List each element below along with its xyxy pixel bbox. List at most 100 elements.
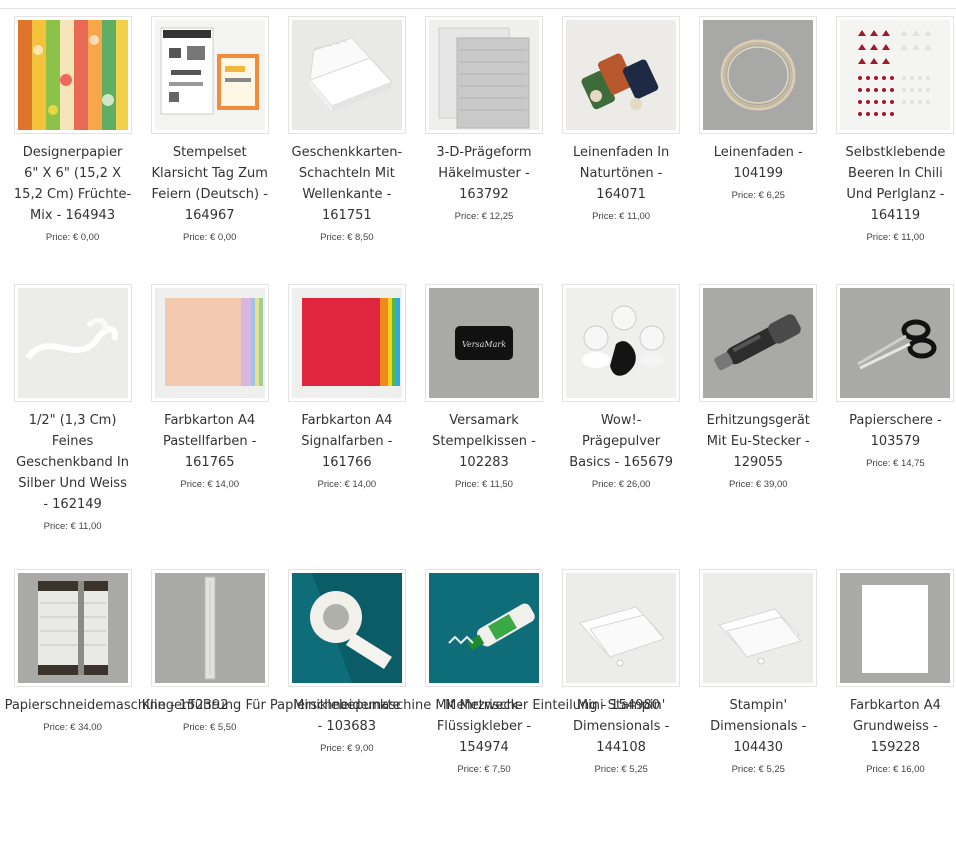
product-title[interactable]: Farbkarton A4 Pastellfarben - 161765 bbox=[142, 410, 278, 473]
product-card[interactable]: Leinenfaden - 104199 Price: € 6,25 bbox=[690, 16, 827, 284]
product-price: Price: € 39,00 bbox=[728, 479, 788, 490]
product-title[interactable]: Erhitzungsgerät Mit Eu-Stecker - 129055 bbox=[690, 410, 826, 473]
product-title[interactable]: Geschenkkarten- Schachteln Mit Wellenkan… bbox=[279, 142, 415, 226]
product-image-frame[interactable] bbox=[699, 16, 818, 134]
product-card[interactable]: Papierschere - 103579 Price: € 14,75 bbox=[827, 284, 956, 569]
product-card[interactable]: Miniklebepunkte - 103683 Price: € 9,00 bbox=[278, 569, 415, 854]
product-card[interactable]: Farbkarton A4 Pastellfarben - 161765 Pri… bbox=[141, 284, 278, 569]
mini-glue-dots-thumbnail[interactable] bbox=[291, 573, 402, 683]
product-card[interactable]: Geschenkkarten- Schachteln Mit Wellenkan… bbox=[278, 16, 415, 284]
product-image-frame[interactable] bbox=[287, 284, 406, 402]
product-image-frame[interactable] bbox=[836, 569, 955, 687]
product-grid: Designerpapier 6" X 6" (15,2 X 15,2 Cm) … bbox=[4, 16, 956, 854]
product-row: Designerpapier 6" X 6" (15,2 X 15,2 Cm) … bbox=[4, 16, 956, 284]
product-title[interactable]: Papierschere - 103579 bbox=[827, 410, 956, 452]
product-title[interactable]: Designerpapier 6" X 6" (15,2 X 15,2 Cm) … bbox=[5, 142, 141, 226]
product-title[interactable]: Selbstklebende Beeren In Chili Und Perlg… bbox=[827, 142, 956, 226]
product-card[interactable]: Wow!- Prägepulver Basics - 165679 Price:… bbox=[553, 284, 690, 569]
mini-dimensionals-thumbnail[interactable] bbox=[566, 573, 677, 683]
blade-guide-thumbnail[interactable] bbox=[154, 573, 265, 683]
liquid-glue-thumbnail[interactable] bbox=[428, 573, 539, 683]
white-cardstock-thumbnail[interactable] bbox=[840, 573, 951, 683]
product-price: Price: € 14,75 bbox=[866, 458, 925, 469]
product-title[interactable]: Leinenfaden - 104199 bbox=[690, 142, 826, 184]
product-price: Price: € 14,00 bbox=[180, 479, 240, 490]
product-image-frame[interactable] bbox=[287, 16, 406, 134]
product-image-frame[interactable] bbox=[562, 16, 681, 134]
product-title[interactable]: Mehrzweck- Flüssigkleber - 154974 bbox=[416, 695, 552, 758]
ribbon-thumbnail[interactable] bbox=[17, 288, 128, 398]
product-price: Price: € 34,00 bbox=[43, 722, 102, 733]
fruit-designer-paper-thumbnail[interactable] bbox=[17, 20, 128, 130]
product-image-frame[interactable] bbox=[150, 16, 269, 134]
product-title[interactable]: Farbkarton A4 Grundweiss - 159228 bbox=[827, 695, 956, 758]
product-price: Price: € 0,00 bbox=[183, 232, 237, 243]
product-title[interactable]: Miniklebepunkte - 103683 bbox=[279, 695, 415, 737]
adhesive-berries-thumbnail[interactable] bbox=[840, 20, 951, 130]
bright-cardstock-thumbnail[interactable] bbox=[291, 288, 402, 398]
product-card[interactable]: Stempelset Klarsicht Tag Zum Feiern (Deu… bbox=[141, 16, 278, 284]
stamp-set-thumbnail[interactable] bbox=[154, 20, 265, 130]
product-title[interactable]: Versamark Stempelkissen - 102283 bbox=[416, 410, 552, 473]
product-card[interactable]: Stampin' Dimensionals - 104430 Price: € … bbox=[690, 569, 827, 854]
scissors-thumbnail[interactable] bbox=[840, 288, 951, 398]
product-card[interactable]: Leinenfaden In Naturtönen - 164071 Price… bbox=[553, 16, 690, 284]
product-card[interactable]: Papierschneidemaschine - 152392 Price: €… bbox=[4, 569, 229, 854]
product-title[interactable]: Mini Stampin' Dimensionals - 144108 bbox=[553, 695, 689, 758]
product-image-frame[interactable] bbox=[13, 284, 132, 402]
linen-thread-spools-thumbnail[interactable] bbox=[566, 20, 677, 130]
product-image-frame[interactable] bbox=[836, 16, 955, 134]
product-title[interactable]: Klingenführung Für Papierschneidemaschin… bbox=[142, 695, 660, 716]
product-image-frame[interactable] bbox=[424, 569, 543, 687]
product-image-frame[interactable] bbox=[836, 284, 955, 402]
paper-trimmer-thumbnail[interactable] bbox=[17, 573, 128, 683]
versamark-pad-thumbnail[interactable]: VersaMark bbox=[428, 288, 539, 398]
product-image-frame[interactable] bbox=[150, 569, 269, 687]
embossing-folder-thumbnail[interactable] bbox=[428, 20, 539, 130]
product-image-frame[interactable] bbox=[13, 16, 132, 134]
product-row: 1/2" (1,3 Cm) Feines Geschenkband In Sil… bbox=[4, 284, 956, 569]
product-image-frame[interactable] bbox=[13, 569, 132, 687]
product-image-frame[interactable] bbox=[699, 569, 818, 687]
heat-tool-thumbnail[interactable] bbox=[703, 288, 814, 398]
linen-thread-coil-thumbnail[interactable] bbox=[703, 20, 814, 130]
product-price: Price: € 14,00 bbox=[317, 479, 377, 490]
product-title[interactable]: Farbkarton A4 Signalfarben - 161766 bbox=[279, 410, 415, 473]
product-card[interactable]: Mini Stampin' Dimensionals - 144108 Pric… bbox=[553, 569, 690, 854]
product-price: Price: € 12,25 bbox=[454, 211, 514, 222]
product-card[interactable]: Selbstklebende Beeren In Chili Und Perlg… bbox=[827, 16, 956, 284]
product-card[interactable]: VersaMark Versamark Stempelkissen - 1022… bbox=[415, 284, 552, 569]
product-image-frame[interactable]: VersaMark bbox=[424, 284, 543, 402]
gift-card-box-thumbnail[interactable] bbox=[291, 20, 402, 130]
product-card[interactable]: Mehrzweck- Flüssigkleber - 154974 Price:… bbox=[415, 569, 552, 854]
product-card[interactable]: 1/2" (1,3 Cm) Feines Geschenkband In Sil… bbox=[4, 284, 141, 569]
product-card[interactable]: Designerpapier 6" X 6" (15,2 X 15,2 Cm) … bbox=[4, 16, 141, 284]
product-image-frame[interactable] bbox=[287, 569, 406, 687]
product-image-frame[interactable] bbox=[562, 284, 681, 402]
product-title[interactable]: 1/2" (1,3 Cm) Feines Geschenkband In Sil… bbox=[5, 410, 141, 515]
product-title[interactable]: Leinenfaden In Naturtönen - 164071 bbox=[553, 142, 689, 205]
product-card[interactable]: Klingenführung Für Papierschneidemaschin… bbox=[141, 569, 660, 854]
product-card[interactable]: Erhitzungsgerät Mit Eu-Stecker - 129055 … bbox=[690, 284, 827, 569]
product-image-frame[interactable] bbox=[562, 569, 681, 687]
product-price: Price: € 11,00 bbox=[592, 211, 651, 222]
product-title[interactable]: Stampin' Dimensionals - 104430 bbox=[690, 695, 826, 758]
product-price: Price: € 7,50 bbox=[457, 764, 511, 775]
product-price: Price: € 5,25 bbox=[594, 764, 648, 775]
product-title[interactable]: Papierschneidemaschine - 152392 bbox=[5, 695, 229, 716]
product-title[interactable]: Stempelset Klarsicht Tag Zum Feiern (Deu… bbox=[142, 142, 278, 226]
product-image-frame[interactable] bbox=[150, 284, 269, 402]
product-image-frame[interactable] bbox=[424, 16, 543, 134]
product-title[interactable]: Wow!- Prägepulver Basics - 165679 bbox=[553, 410, 689, 473]
product-price: Price: € 5,50 bbox=[183, 722, 237, 733]
product-price: Price: € 5,25 bbox=[731, 764, 785, 775]
embossing-powder-thumbnail[interactable] bbox=[566, 288, 677, 398]
product-card[interactable]: Farbkarton A4 Grundweiss - 159228 Price:… bbox=[827, 569, 956, 854]
pastel-cardstock-thumbnail[interactable] bbox=[154, 288, 265, 398]
dimensionals-thumbnail[interactable] bbox=[703, 573, 814, 683]
product-image-frame[interactable] bbox=[699, 284, 818, 402]
product-card[interactable]: Farbkarton A4 Signalfarben - 161766 Pric… bbox=[278, 284, 415, 569]
product-card[interactable]: 3-D-Prägeform Häkelmuster - 163792 Price… bbox=[415, 16, 552, 284]
product-price: Price: € 11,00 bbox=[43, 521, 102, 532]
product-title[interactable]: 3-D-Prägeform Häkelmuster - 163792 bbox=[416, 142, 552, 205]
